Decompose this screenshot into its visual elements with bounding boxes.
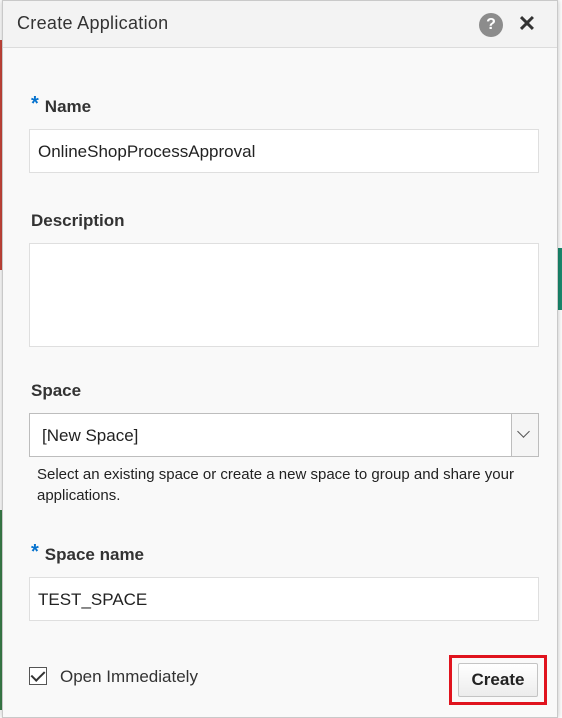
help-icon[interactable]: ? [479,13,503,37]
description-label: Description [31,211,125,230]
space-dropdown-button[interactable] [511,414,538,456]
chevron-down-icon [517,425,530,438]
space-select-value: [New Space] [42,426,139,445]
space-label: Space [31,381,82,400]
required-marker: * [31,93,39,115]
create-application-dialog: Create Application ? ✕ * Name OnlineShopP… [2,0,558,718]
open-immediately-label: Open Immediately [60,667,198,686]
open-immediately-checkbox[interactable] [29,667,47,685]
create-button[interactable]: Create [458,663,538,697]
dialog-header: Create Application ? ✕ [3,1,557,48]
name-input-value: OnlineShopProcessApproval [38,142,256,161]
dialog-title: Create Application [17,13,169,33]
close-icon[interactable]: ✕ [515,11,539,37]
required-marker: * [31,541,39,563]
checkmark-icon [30,667,46,682]
name-label: * Name [31,93,92,116]
space-name-input[interactable]: TEST_SPACE [29,577,539,621]
space-select[interactable]: [New Space] [29,413,539,457]
space-name-value: TEST_SPACE [38,590,148,609]
space-name-label: * Space name [31,541,145,564]
description-textarea[interactable] [29,243,539,347]
space-help-text: Select an existing space or create a new… [37,466,514,504]
name-input[interactable]: OnlineShopProcessApproval [29,129,539,173]
